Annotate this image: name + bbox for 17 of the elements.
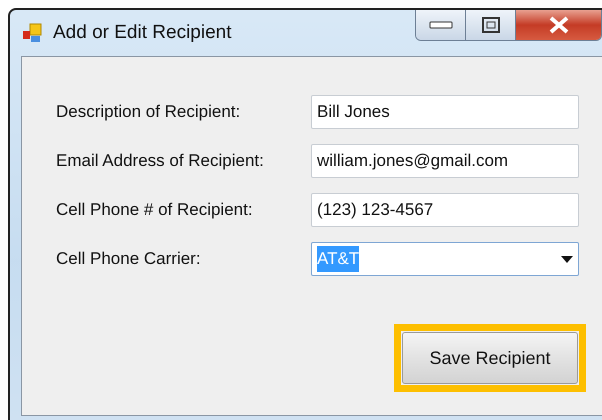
field-label: Description of Recipient: (56, 101, 242, 124)
field-label: Cell Phone # of Recipient: (56, 199, 254, 222)
window-title: Add or Edit Recipient (53, 20, 232, 45)
close-icon (548, 16, 570, 34)
app-icon (21, 22, 43, 44)
dropdown-caret-icon (561, 256, 573, 262)
maximize-button[interactable] (466, 10, 516, 40)
field-label: Email Address of Recipient: (56, 150, 265, 172)
maximize-icon (482, 17, 500, 33)
close-button[interactable] (516, 10, 601, 40)
minimize-button[interactable] (416, 10, 466, 40)
minimize-icon (428, 20, 452, 30)
input-field[interactable]: william.jones@gmail.com (311, 144, 579, 178)
field-label: Cell Phone Carrier: (56, 248, 202, 270)
save-button[interactable]: Save Recipient (402, 332, 578, 384)
input-field[interactable]: Bill Jones (311, 95, 579, 129)
input-field[interactable]: (123) 123-4567 (311, 193, 579, 227)
